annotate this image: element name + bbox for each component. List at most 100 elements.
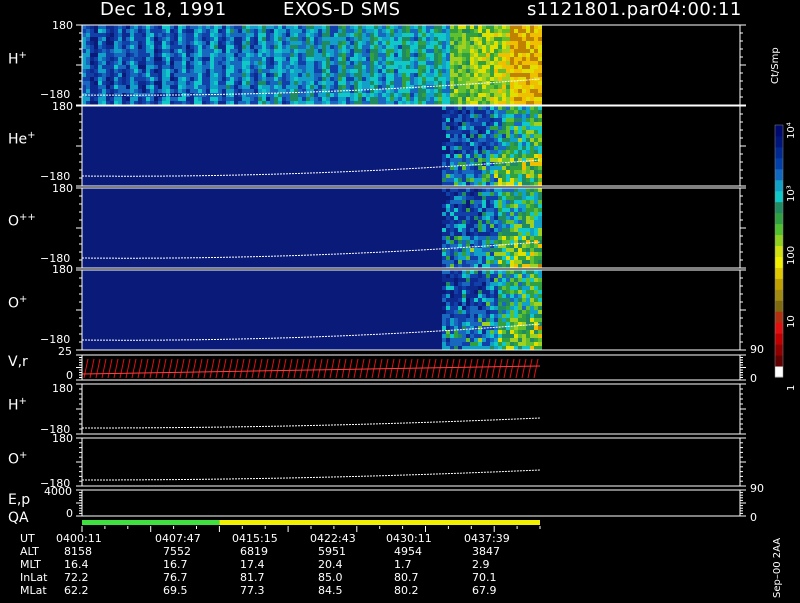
spectro-cell [474,77,478,81]
spectro-cell [358,49,362,53]
spectro-cell [486,85,490,89]
spectro-cell [234,81,238,85]
spectro-cell [222,37,226,41]
spectro-cell [530,114,534,118]
spectro-cell [454,174,458,178]
spectro-cell [354,85,358,89]
spectro-cell [122,53,126,57]
spectro-cell [82,101,86,105]
spectro-cell [182,57,186,61]
spectro-cell [454,314,458,318]
spectro-cell [326,53,330,57]
spectro-cell [506,97,510,101]
spectro-cell [506,182,510,186]
spectro-cell [502,178,506,182]
spectro-cell [526,306,530,310]
spectro-cell [110,65,114,69]
spectro-cell [426,53,430,57]
spectro-cell [474,334,478,338]
spectro-cell [162,65,166,69]
spectro-cell [186,101,190,105]
spectro-cell [462,110,466,114]
spectro-cell [454,306,458,310]
spectro-cell [230,25,234,29]
spectro-cell [222,81,226,85]
spectro-cell [318,25,322,29]
spectro-cell [466,174,470,178]
spectro-cell [478,322,482,326]
spectro-cell [486,29,490,33]
spectro-cell [458,101,462,105]
spectro-cell [494,274,498,278]
spectro-cell [466,25,470,29]
spectro-cell [166,81,170,85]
spectro-cell [530,302,534,306]
spectro-cell [446,110,450,114]
spectro-cell [446,236,450,240]
spectro-cell [270,97,274,101]
spectro-cell [126,77,130,81]
spectro-cell [454,188,458,192]
spectro-cell [470,330,474,334]
spectro-cell [218,53,222,57]
spectro-cell [494,53,498,57]
spectro-cell [314,61,318,65]
spectro-cell [454,29,458,33]
spectro-cell [342,81,346,85]
spectro-cell [130,61,134,65]
spectro-cell [338,57,342,61]
spectro-cell [374,101,378,105]
spectro-cell [450,326,454,330]
spectro-cell [526,41,530,45]
spectro-cell [530,37,534,41]
spectro-cell [430,57,434,61]
spectro-cell [390,61,394,65]
spectro-cell [490,252,494,256]
spectro-cell [406,89,410,93]
spectro-cell [518,69,522,73]
spectro-cell [474,53,478,57]
spectro-cell [138,97,142,101]
spectro-cell [86,49,90,53]
spectro-cell [458,138,462,142]
spectro-cell [358,57,362,61]
spectro-cell [82,37,86,41]
spectro-cell [474,278,478,282]
spectro-cell [134,33,138,37]
spectro-cell [374,93,378,97]
spectro-cell [526,174,530,178]
spectro-cell [506,166,510,170]
spectro-cell [462,53,466,57]
spectro-cell [206,57,210,61]
spectro-cell [318,49,322,53]
spectro-cell [490,110,494,114]
spectro-cell [538,204,542,208]
spectro-cell [194,37,198,41]
spectro-cell [498,97,502,101]
spectro-cell [498,264,502,268]
spectro-cell [530,89,534,93]
spectro-cell [162,101,166,105]
spectro-cell [482,146,486,150]
spectro-cell [466,130,470,134]
spectro-cell [362,49,366,53]
spectro-cell [166,33,170,37]
spectro-cell [130,101,134,105]
spectro-cell [510,45,514,49]
spectro-cell [510,146,514,150]
spectro-cell [474,118,478,122]
spectro-cell [506,57,510,61]
spectro-cell [486,290,490,294]
trajectory-line-5 [81,417,541,429]
spectro-cell [450,286,454,290]
spectro-cell [450,196,454,200]
spectro-cell [186,65,190,69]
spectro-cell [538,29,542,33]
spectro-cell [266,37,270,41]
spectro-cell [314,25,318,29]
spectro-cell [514,57,518,61]
spectro-cell [366,85,370,89]
spectro-cell [414,69,418,73]
spectro-cell [102,37,106,41]
spectro-cell [286,73,290,77]
